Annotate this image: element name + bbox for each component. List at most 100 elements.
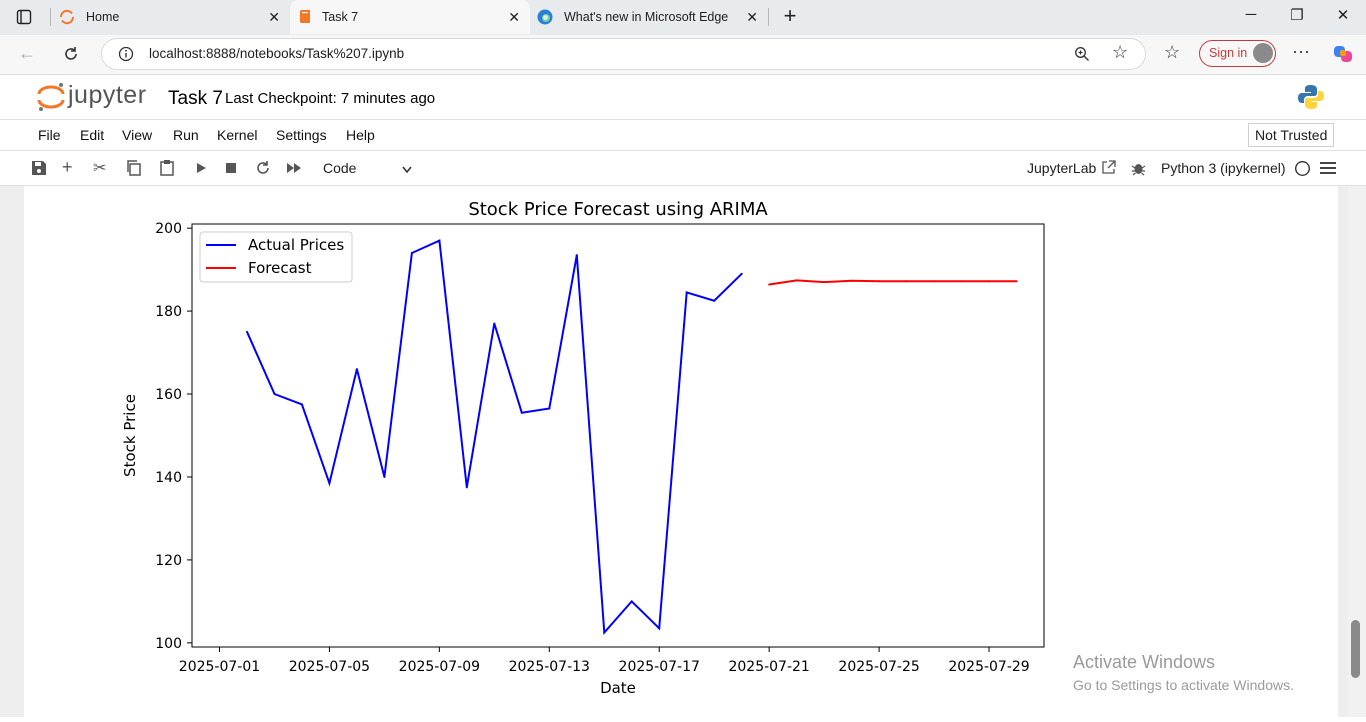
- forecast-chart: Stock Price Forecast using ARIMA 100 120 14…: [121, 199, 1045, 697]
- sign-in-label: Sign in: [1209, 46, 1248, 60]
- save-icon[interactable]: [30, 159, 48, 177]
- info-icon[interactable]: [118, 46, 134, 62]
- tab-title: Home: [86, 10, 120, 24]
- address-bar[interactable]: localhost:8888/notebooks/Task%207.ipynb …: [101, 38, 1146, 70]
- cell-type-select[interactable]: Code: [323, 160, 356, 176]
- trust-status-badge[interactable]: Not Trusted: [1248, 123, 1335, 147]
- kernel-name[interactable]: Python 3 (ipykernel): [1161, 160, 1286, 176]
- menu-edit[interactable]: Edit: [80, 127, 104, 143]
- legend-label: Actual Prices: [248, 236, 344, 254]
- activation-watermark-subtitle: Go to Settings to activate Windows.: [1073, 677, 1294, 693]
- data-point: [410, 252, 413, 255]
- restore-icon[interactable]: ❐: [1282, 6, 1312, 24]
- jupyter-header: jupyter Task 7 Last Checkpoint: 7 minute…: [0, 75, 1366, 120]
- data-point: [850, 279, 853, 282]
- menu-settings[interactable]: Settings: [276, 127, 327, 143]
- tab-task7[interactable]: Task 7 ✕: [290, 0, 530, 34]
- data-point: [493, 322, 496, 325]
- close-tab-icon[interactable]: ✕: [746, 9, 758, 26]
- tab-home[interactable]: Home ✕: [52, 0, 290, 34]
- paste-icon[interactable]: [158, 159, 176, 177]
- data-point: [548, 407, 551, 410]
- kernel-status-idle-icon: [1294, 160, 1311, 177]
- data-point: [603, 631, 606, 634]
- restart-icon[interactable]: [254, 159, 272, 177]
- jupyterlab-link[interactable]: JupyterLab: [1027, 160, 1096, 176]
- activation-watermark-title: Activate Windows: [1073, 652, 1216, 672]
- run-icon[interactable]: [192, 159, 210, 177]
- menu-view[interactable]: View: [122, 127, 152, 143]
- favorites-icon[interactable]: ☆: [1164, 42, 1180, 63]
- cut-icon[interactable]: ✂: [93, 158, 111, 177]
- checkpoint-status: Last Checkpoint: 7 minutes ago: [225, 90, 436, 107]
- sign-in-button[interactable]: Sign in: [1199, 40, 1276, 67]
- data-point: [355, 368, 358, 371]
- data-point: [465, 486, 468, 489]
- x-tick-label: 2025-07-01: [179, 659, 260, 675]
- notebook-area: Stock Price Forecast using ARIMA 100 120 14…: [0, 186, 1366, 717]
- data-point: [685, 291, 688, 294]
- zoom-icon[interactable]: [1074, 46, 1090, 62]
- data-point: [658, 627, 661, 630]
- menu-kernel[interactable]: Kernel: [217, 127, 257, 143]
- y-tick-label: 200: [155, 221, 182, 237]
- tab-title: What's new in Microsoft Edge: [564, 10, 729, 24]
- scrollbar-thumb[interactable]: [1351, 620, 1360, 678]
- debugger-bug-icon[interactable]: [1131, 160, 1146, 176]
- chart-title: Stock Price Forecast using ARIMA: [468, 199, 768, 220]
- tab-edge-whats-new[interactable]: What's new in Microsoft Edge ✕: [530, 0, 768, 34]
- browser-tab-strip: Home ✕ Task 7 ✕ What's new in Microsoft …: [0, 0, 1366, 35]
- data-point: [878, 280, 881, 283]
- minimize-icon[interactable]: ─: [1236, 6, 1266, 23]
- close-tab-icon[interactable]: ✕: [268, 9, 280, 26]
- x-tick-label: 2025-07-05: [289, 659, 370, 675]
- notebook-tab-icon: [300, 10, 310, 23]
- data-point: [575, 254, 578, 257]
- menu-file[interactable]: File: [38, 127, 61, 143]
- chevron-down-icon[interactable]: [402, 166, 412, 174]
- data-point: [1015, 280, 1018, 283]
- menu-help[interactable]: Help: [346, 127, 375, 143]
- tab-actions-icon[interactable]: [16, 9, 32, 25]
- external-link-icon[interactable]: [1101, 160, 1116, 175]
- hamburger-menu-icon[interactable]: [1320, 161, 1336, 175]
- copy-icon[interactable]: [125, 159, 143, 177]
- menu-run[interactable]: Run: [173, 127, 199, 143]
- data-point: [905, 280, 908, 283]
- back-icon[interactable]: ←: [18, 43, 36, 64]
- home-tab-icon: [59, 9, 75, 25]
- x-tick-label: 2025-07-25: [838, 659, 919, 675]
- edge-icon: [537, 9, 553, 25]
- y-tick-label: 160: [155, 387, 182, 403]
- notebook-toolbar: + ✂ Code JupyterLab Python 3 (ipykernel): [0, 151, 1366, 186]
- data-point: [383, 475, 386, 478]
- y-tick-label: 140: [155, 470, 182, 486]
- data-point: [960, 280, 963, 283]
- x-tick-label: 2025-07-29: [948, 659, 1029, 675]
- data-point: [768, 283, 771, 286]
- y-tick-label: 120: [155, 553, 182, 569]
- jupyter-logo-icon[interactable]: [36, 81, 66, 113]
- add-cell-icon[interactable]: +: [62, 157, 80, 177]
- notebook-title[interactable]: Task 7: [168, 88, 223, 110]
- refresh-icon[interactable]: [62, 45, 80, 63]
- menu-bar: File Edit View Run Kernel Settings Help …: [0, 120, 1366, 151]
- copilot-icon[interactable]: [1332, 43, 1354, 65]
- data-point: [823, 281, 826, 284]
- favorite-star-icon[interactable]: ☆: [1112, 42, 1128, 63]
- tab-title: Task 7: [322, 10, 359, 24]
- new-tab-icon[interactable]: +: [775, 3, 805, 29]
- url-text: localhost:8888/notebooks/Task%207.ipynb: [149, 46, 405, 61]
- python-logo-icon: [1298, 85, 1324, 109]
- data-point: [795, 279, 798, 282]
- data-point: [630, 600, 633, 603]
- data-point: [713, 299, 716, 302]
- data-point: [988, 280, 991, 283]
- stop-icon[interactable]: [222, 159, 240, 177]
- y-tick-label: 180: [155, 304, 182, 320]
- more-icon[interactable]: ···: [1292, 41, 1310, 62]
- fast-forward-icon[interactable]: [285, 159, 303, 177]
- data-point: [273, 393, 276, 396]
- close-tab-icon[interactable]: ✕: [508, 9, 520, 26]
- close-window-icon[interactable]: ✕: [1328, 6, 1358, 24]
